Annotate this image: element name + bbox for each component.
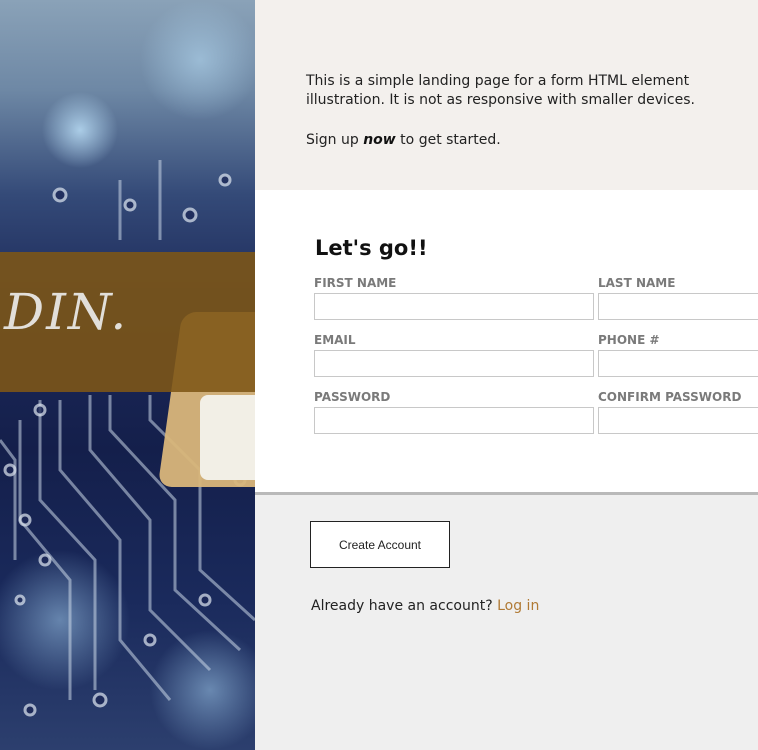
last-name-field: LAST NAME [598,276,758,320]
email-input[interactable] [314,350,594,377]
last-name-input[interactable] [598,293,758,320]
email-field: EMAIL [314,333,594,377]
confirm-password-input[interactable] [598,407,758,434]
intro-section: This is a simple landing page for a form… [255,0,758,190]
email-label: EMAIL [314,333,356,347]
hero-image: DIN. [0,0,255,750]
password-input[interactable] [314,407,594,434]
phone-field: PHONE # [598,333,758,377]
login-link[interactable]: Log in [497,598,539,614]
login-prompt: Already have an account? Log in [311,598,539,614]
intro-cta-suffix: to get started. [395,132,501,148]
password-label: PASSWORD [314,390,391,404]
hero-text: DIN. [4,283,129,341]
actions-section: Create Account Already have an account? … [255,495,758,750]
confirm-password-field: CONFIRM PASSWORD [598,390,758,434]
last-name-label: LAST NAME [598,276,676,290]
intro-cta-emphasis: now [363,132,396,148]
login-prompt-text: Already have an account? [311,598,498,614]
intro-description: This is a simple landing page for a form… [306,73,695,108]
first-name-input[interactable] [314,293,594,320]
password-field: PASSWORD [314,390,594,434]
create-account-button[interactable]: Create Account [310,521,450,568]
confirm-password-label: CONFIRM PASSWORD [598,390,742,404]
signup-form: Let's go!! FIRST NAME LAST NAME EMAIL PH… [255,190,758,492]
intro-cta: Sign up now to get started. [306,131,501,150]
first-name-label: FIRST NAME [314,276,397,290]
phone-label: PHONE # [598,333,660,347]
phone-input[interactable] [598,350,758,377]
first-name-field: FIRST NAME [314,276,594,320]
form-title: Let's go!! [315,236,428,260]
intro-cta-prefix: Sign up [306,132,364,148]
